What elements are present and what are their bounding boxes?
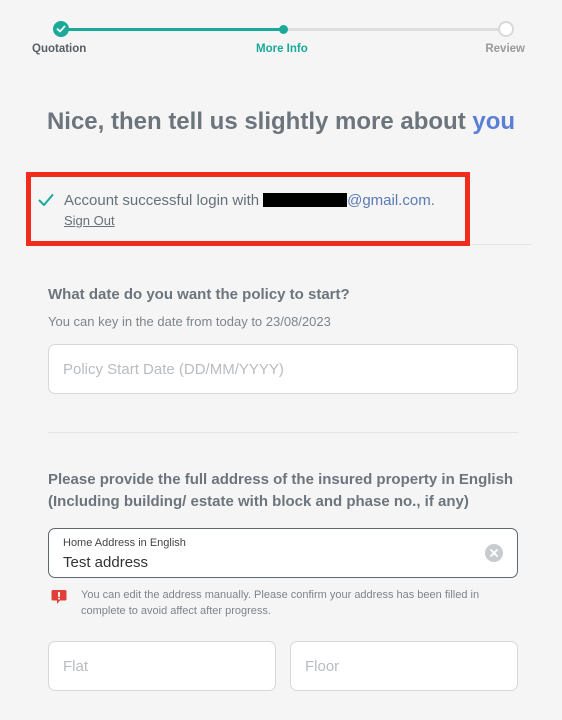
policy-start-date-input[interactable] xyxy=(63,345,503,393)
floor-input[interactable] xyxy=(305,642,503,690)
warning-icon xyxy=(51,590,67,604)
stepper-track-pending xyxy=(284,28,506,31)
page-title-text: Nice, then tell us slightly more about xyxy=(46,108,473,135)
policy-start-question: What date do you want the policy to star… xyxy=(48,286,350,303)
sign-out-link[interactable]: Sign Out xyxy=(64,213,115,228)
close-icon xyxy=(490,549,498,557)
progress-stepper: Quotation More Info Review xyxy=(0,0,562,70)
step-label-quotation[interactable]: Quotation xyxy=(32,43,86,55)
flat-field[interactable] xyxy=(48,641,276,691)
login-status-text: Account successful login with @gmail.com. xyxy=(64,192,435,209)
clear-address-button[interactable] xyxy=(485,544,503,562)
home-address-value[interactable]: Test address xyxy=(63,554,148,571)
login-highlight-box xyxy=(26,172,470,246)
login-email-domain: @gmail.com. xyxy=(347,192,435,209)
step-label-more-info: More Info xyxy=(256,43,308,55)
divider-login xyxy=(470,244,532,245)
success-check-icon xyxy=(38,194,54,206)
divider-policy xyxy=(48,432,518,433)
home-address-field[interactable]: Home Address in English Test address xyxy=(48,528,518,578)
page-title-accent: you xyxy=(472,108,516,135)
login-message: Account successful login with xyxy=(64,192,260,209)
flat-input[interactable] xyxy=(63,642,261,690)
stepper-track-complete xyxy=(60,28,284,31)
floor-field[interactable] xyxy=(290,641,518,691)
page-title: Nice, then tell us slightly more about y… xyxy=(0,108,562,136)
address-warning-text: You can edit the address manually. Pleas… xyxy=(81,589,480,617)
policy-start-date-field[interactable] xyxy=(48,344,518,394)
redacted-email xyxy=(263,193,348,207)
address-question: Please provide the full address of the i… xyxy=(48,471,514,510)
step-label-review: Review xyxy=(485,43,525,55)
step-complete-check-icon xyxy=(53,21,69,37)
policy-start-hint: You can key in the date from today to 23… xyxy=(48,314,331,329)
step-future-dot xyxy=(498,21,514,37)
home-address-label: Home Address in English xyxy=(63,537,186,549)
step-current-dot xyxy=(279,25,288,34)
